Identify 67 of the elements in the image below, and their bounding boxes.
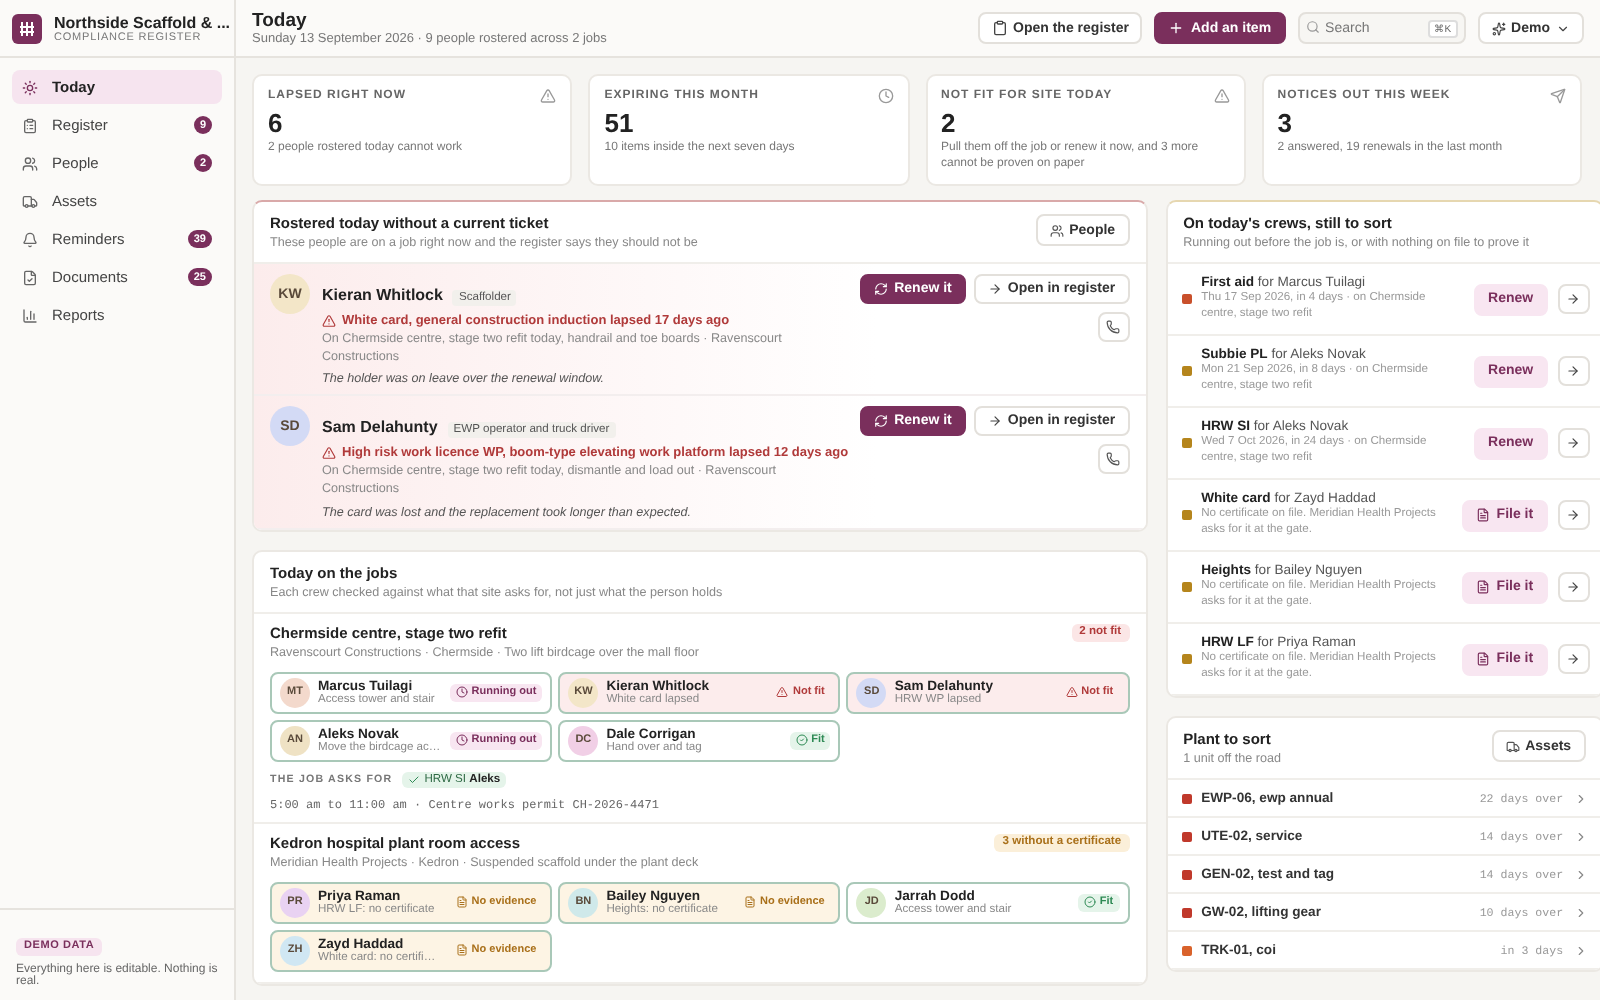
company-name: Northside Scaffold & ... xyxy=(54,13,231,31)
status-icon xyxy=(455,734,468,746)
clipboard-icon xyxy=(991,20,1008,36)
clipboard-icon xyxy=(22,117,38,133)
arrow-right-icon xyxy=(1566,652,1581,666)
call-button[interactable] xyxy=(1097,312,1130,342)
chevron-right-icon xyxy=(1573,791,1588,805)
bell-icon xyxy=(22,231,38,247)
open-button[interactable] xyxy=(1557,572,1590,602)
person-name: Kieran Whitlock xyxy=(322,286,443,304)
status-icon xyxy=(795,734,808,746)
stat-value: 3 xyxy=(1277,108,1294,138)
logo-icon xyxy=(12,13,42,43)
sparkle-icon xyxy=(1491,21,1506,35)
status-icon xyxy=(1065,686,1078,698)
call-button[interactable] xyxy=(1097,444,1130,475)
page-title: Today xyxy=(252,10,309,32)
status-icon xyxy=(455,944,468,956)
document-icon xyxy=(1476,508,1491,522)
warning-icon xyxy=(322,446,336,461)
phone-icon xyxy=(1106,452,1121,467)
people-icon xyxy=(1049,223,1064,237)
document-icon xyxy=(1476,580,1491,594)
phone-icon xyxy=(1106,320,1121,334)
clock-icon xyxy=(877,88,893,104)
chevron-right-icon xyxy=(1573,905,1588,919)
status-icon xyxy=(776,686,789,698)
open-button[interactable] xyxy=(1557,428,1590,458)
open-button[interactable] xyxy=(1557,500,1590,530)
stat-value: 51 xyxy=(604,108,636,138)
refresh-icon xyxy=(874,414,889,429)
truck-icon xyxy=(1505,739,1520,753)
arrow-right-icon xyxy=(1566,364,1581,378)
open-button[interactable] xyxy=(1557,284,1590,314)
status-icon xyxy=(455,686,468,698)
arrow-right-icon xyxy=(1566,292,1581,306)
chevron-right-icon xyxy=(1573,867,1588,881)
warning-icon xyxy=(1213,88,1230,104)
chevron-down-icon xyxy=(1556,21,1570,35)
arrow-right-icon xyxy=(1566,508,1581,522)
bar-chart-icon xyxy=(22,307,38,323)
open-button[interactable] xyxy=(1557,644,1590,674)
people-icon xyxy=(22,155,38,171)
arrow-right-icon xyxy=(1566,436,1581,450)
chevron-right-icon xyxy=(1573,829,1588,843)
chevron-right-icon xyxy=(1573,943,1588,957)
search-icon xyxy=(1305,20,1320,34)
warning-icon xyxy=(540,88,557,104)
sun-icon xyxy=(22,79,38,95)
arrow-right-icon xyxy=(987,414,1002,429)
status-icon xyxy=(743,896,756,908)
arrow-right-icon xyxy=(1566,580,1581,594)
arrow-right-icon xyxy=(987,282,1002,296)
person-name: Sam Delahunty xyxy=(322,418,438,437)
warning-icon xyxy=(322,314,336,328)
truck-icon xyxy=(22,193,38,209)
status-icon xyxy=(1083,896,1096,908)
refresh-icon xyxy=(874,282,889,296)
open-button[interactable] xyxy=(1557,356,1590,386)
stat-value: 2 xyxy=(941,108,958,138)
plus-icon xyxy=(1168,20,1185,36)
send-icon xyxy=(1550,88,1566,104)
status-icon xyxy=(455,896,468,908)
document-icon xyxy=(22,269,38,285)
stat-value: 6 xyxy=(268,108,285,138)
document-icon xyxy=(1476,652,1491,666)
check-icon xyxy=(408,773,421,785)
